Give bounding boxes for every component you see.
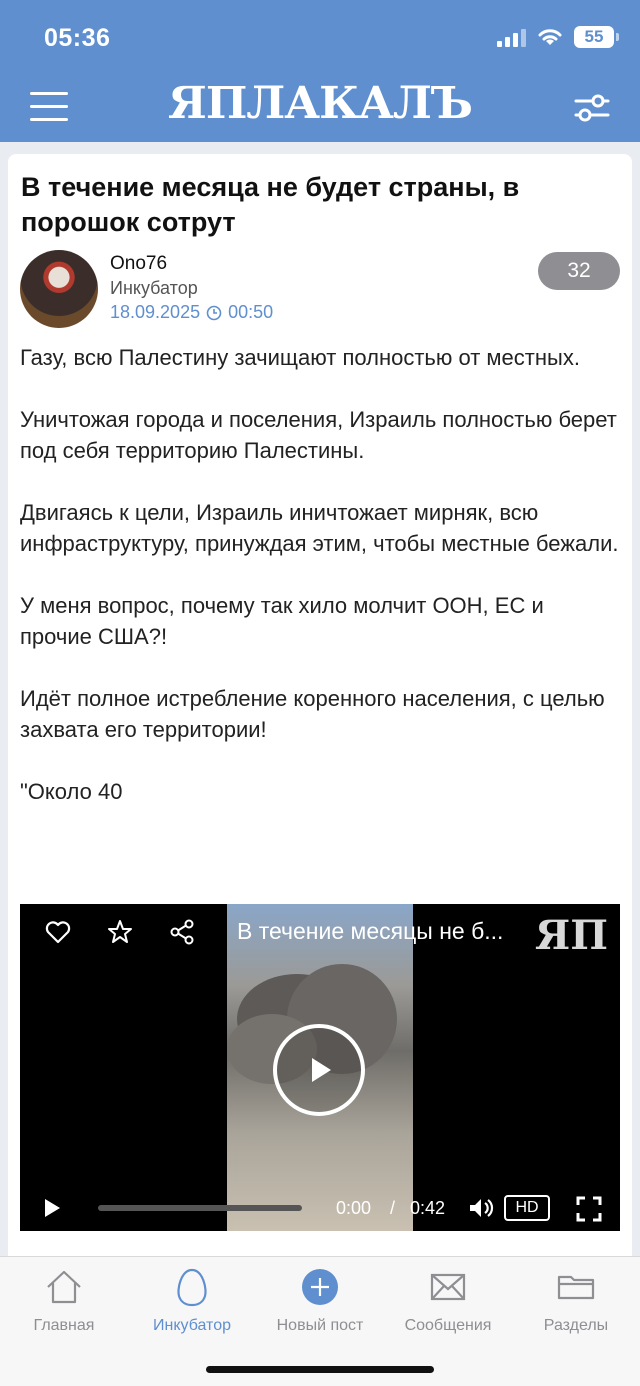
fullscreen-icon[interactable]	[576, 1196, 602, 1222]
video-duration: 0:42	[410, 1198, 446, 1218]
plus-circle-icon	[302, 1269, 338, 1305]
battery-level: 55	[584, 27, 604, 46]
nav-item-home[interactable]: Главная	[0, 1267, 128, 1357]
nav-label-incubator: Инкубатор	[153, 1317, 231, 1334]
home-icon	[47, 1270, 81, 1304]
post-paragraph: Идёт полное истребление коренного населе…	[20, 686, 605, 742]
post-time-value: 00:50	[228, 302, 274, 322]
nav-item-messages[interactable]: Сообщения	[384, 1267, 512, 1357]
site-logo[interactable]: ЯПЛАКАЛЪ	[0, 78, 640, 129]
volume-icon[interactable]	[468, 1197, 494, 1219]
post-paragraph: Двигаясь к цели, Израиль иничтожает мирн…	[20, 500, 619, 556]
rating-badge[interactable]: 32	[538, 252, 620, 290]
video-controls: 0:00 / 0:42 HD	[20, 1190, 620, 1226]
post-date-value: 18.09.2025	[110, 302, 201, 322]
nav-item-incubator[interactable]: Инкубатор	[128, 1267, 256, 1357]
cellular-signal-icon	[497, 27, 526, 47]
status-time: 05:36	[44, 24, 111, 52]
nav-label-home: Главная	[33, 1317, 95, 1334]
battery-icon: 55	[574, 26, 619, 48]
post-paragraph: У меня вопрос, почему так хило молчит ОО…	[20, 593, 544, 649]
wifi-icon	[538, 29, 562, 45]
post-body: Газу, всю Палестину зачищают полностью о…	[20, 342, 620, 838]
video-time-separator: /	[390, 1198, 396, 1218]
play-button[interactable]	[273, 1024, 365, 1116]
app-header: 05:36 55 ЯПЛАКАЛЪ	[0, 0, 640, 142]
nav-label-new-post: Новый пост	[276, 1317, 364, 1334]
video-watermark-logo: ЯП	[534, 912, 608, 959]
post-date: 18.09.2025 00:50	[110, 302, 273, 323]
video-title: В течение месяцы не б...	[237, 918, 504, 944]
author-name[interactable]: Ono76	[110, 253, 167, 275]
video-player[interactable]: В течение месяцы не б... ЯП 0:00 / 0:42 …	[20, 904, 620, 1231]
heart-icon[interactable]	[44, 918, 72, 946]
quality-button[interactable]: HD	[504, 1195, 550, 1221]
envelope-icon	[430, 1273, 466, 1301]
nav-label-messages: Сообщения	[404, 1317, 492, 1334]
filter-settings-icon[interactable]	[574, 92, 610, 124]
post-paragraph: Уничтожая города и поселения, Израиль по…	[20, 407, 617, 463]
avatar[interactable]	[20, 250, 98, 328]
post-card: В течение месяца не будет страны, в поро…	[8, 154, 632, 1264]
nav-label-sections: Разделы	[543, 1317, 609, 1334]
post-paragraph: "Около 40	[20, 779, 123, 804]
share-icon[interactable]	[168, 918, 196, 946]
status-icons: 55	[497, 26, 619, 48]
egg-icon	[177, 1268, 207, 1307]
play-icon	[312, 1058, 331, 1082]
star-icon[interactable]	[106, 918, 134, 946]
play-small-icon[interactable]	[42, 1198, 62, 1218]
author-rank: Инкубатор	[110, 278, 198, 298]
nav-item-new-post[interactable]: Новый пост	[256, 1267, 384, 1357]
clock-icon	[206, 305, 222, 320]
home-indicator	[206, 1366, 434, 1373]
nav-item-sections[interactable]: Разделы	[512, 1267, 640, 1357]
video-progress-bar[interactable]	[98, 1205, 302, 1211]
video-current-time: 0:00	[336, 1198, 372, 1218]
post-paragraph: Газу, всю Палестину зачищают полностью о…	[20, 345, 580, 370]
post-title[interactable]: В течение месяца не будет страны, в поро…	[21, 170, 611, 240]
folder-icon	[557, 1275, 595, 1300]
